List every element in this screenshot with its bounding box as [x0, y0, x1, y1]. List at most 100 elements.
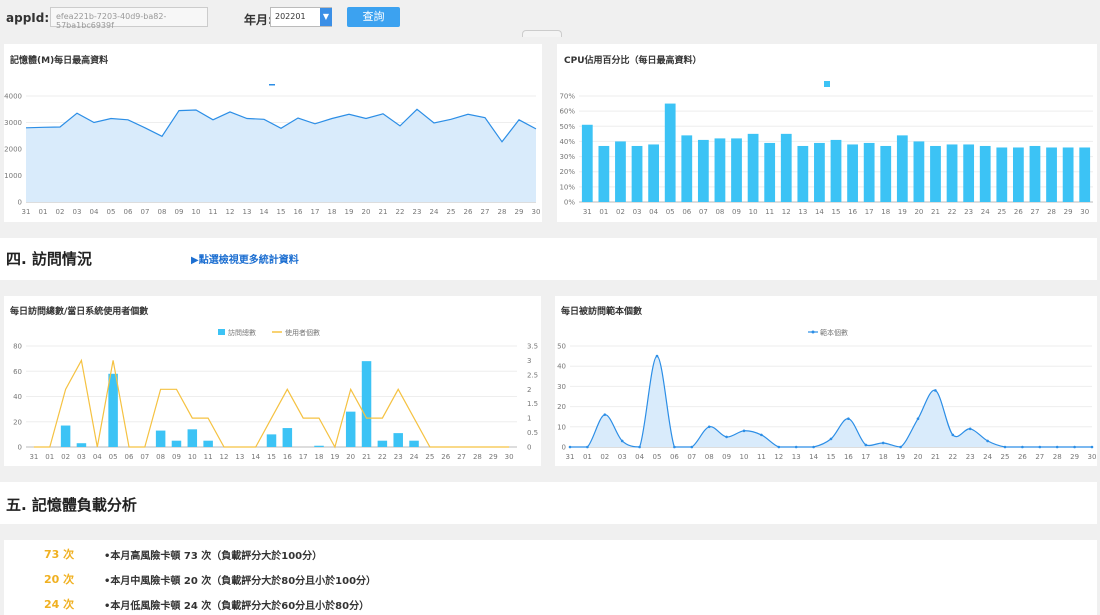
collapse-handle[interactable] [522, 30, 562, 37]
more-stats-link[interactable]: ▶點選檢視更多統計資料 [191, 251, 299, 266]
x-tick-label: 08 [715, 208, 724, 216]
chevron-down-icon[interactable]: ▼ [320, 8, 332, 26]
cpu-bar [913, 141, 925, 202]
x-tick-label: 06 [124, 208, 133, 216]
x-tick-label: 23 [964, 208, 973, 216]
templates-point [847, 417, 850, 421]
x-tick-label: 12 [782, 208, 791, 216]
visits-bar [377, 440, 388, 447]
y-tick-label: 4000 [4, 93, 22, 101]
cpu-bar [664, 103, 676, 202]
x-tick-label: 26 [1018, 453, 1027, 461]
cpu-bar [581, 124, 593, 202]
cpu-bar [896, 135, 908, 202]
x-tick-label: 23 [413, 208, 422, 216]
x-tick-label: 08 [156, 453, 165, 461]
templates-point [794, 445, 798, 449]
templates-point [568, 445, 572, 449]
x-tick-label: 05 [666, 208, 675, 216]
legend-marker-visits [218, 329, 225, 335]
y-tick-label: 0% [564, 199, 575, 207]
x-tick-label: 18 [881, 208, 890, 216]
y-right-tick-label: 0 [527, 444, 531, 452]
x-tick-label: 05 [653, 453, 662, 461]
x-tick-label: 19 [898, 208, 907, 216]
templates-point [864, 443, 868, 447]
templates-area [570, 356, 1092, 447]
x-tick-label: 21 [931, 453, 940, 461]
month-label: 年月: [244, 13, 273, 27]
x-tick-label: 17 [299, 453, 308, 461]
templates-point [899, 445, 902, 449]
templates-point [812, 445, 815, 449]
x-tick-label: 16 [294, 208, 303, 216]
x-tick-label: 07 [699, 208, 708, 216]
visits-chart: 0 20 40 60 80 0 0.5 1 1.5 2 2.5 3 3.5 31 01 02 03 04 05 06 0… [13, 328, 538, 461]
x-tick-label: 06 [124, 453, 133, 461]
cpu-bar [963, 144, 975, 202]
templates-point [1073, 445, 1076, 449]
legend-label-visits: 訪問總數 [228, 328, 256, 337]
x-tick-label: 11 [765, 208, 774, 216]
x-tick-label: 22 [396, 208, 405, 216]
x-tick-label: 22 [378, 453, 387, 461]
x-tick-label: 14 [815, 208, 824, 216]
x-tick-label: 13 [798, 208, 807, 216]
y-right-tick-label: 3.5 [527, 343, 538, 351]
x-tick-label: 10 [740, 453, 749, 461]
cpu-bar [863, 142, 875, 202]
cpu-bar [880, 145, 892, 202]
month-value: 202201 [275, 12, 306, 21]
templates-point [1003, 445, 1007, 449]
visits-bar [76, 443, 87, 447]
templates-point [638, 445, 641, 449]
x-tick-label: 03 [633, 208, 642, 216]
x-tick-label: 06 [682, 208, 691, 216]
x-tick-label: 19 [345, 208, 354, 216]
legend-marker [824, 81, 830, 87]
x-tick-label: 17 [311, 208, 320, 216]
y-tick-label: 40 [13, 393, 22, 401]
x-tick-label: 11 [209, 208, 218, 216]
x-tick-label: 30 [532, 208, 541, 216]
x-tick-label: 01 [45, 453, 54, 461]
cpu-bar [648, 144, 660, 202]
appid-input[interactable]: efea221b-7203-40d9-ba82-57ba1bc6939f [50, 7, 208, 30]
cpu-bar [731, 138, 742, 202]
templates-point [951, 433, 955, 437]
legend-label-users: 使用者個數 [285, 328, 320, 337]
x-tick-label: 17 [861, 453, 870, 461]
query-button[interactable]: 查詢 [347, 7, 400, 27]
templates-chart: 0 10 20 30 40 50 31 01 02 03 04 05 06 07 08 09 10 11 12 13 1… [557, 328, 1096, 461]
y-tick-label: 80 [13, 343, 22, 351]
x-tick-label: 30 [1080, 208, 1089, 216]
y-tick-label: 20% [559, 168, 575, 176]
visits-bar [171, 440, 182, 447]
cpu-bar [714, 138, 726, 202]
high-risk-text: •本月高風險卡頓 73 次（負載評分大於100分） [104, 551, 323, 562]
x-tick-label: 13 [243, 208, 252, 216]
memory-chart: 0 1000 2000 3000 4000 31 01 02 03 04 05 06 07 08 09 10 1… [4, 84, 541, 216]
x-tick-label: 02 [600, 453, 609, 461]
templates-point [725, 435, 728, 439]
x-tick-label: 18 [315, 453, 324, 461]
y-tick-label: 20 [13, 418, 22, 426]
x-tick-label: 29 [1070, 453, 1079, 461]
x-tick-label: 26 [1014, 208, 1023, 216]
x-tick-label: 25 [425, 453, 434, 461]
x-tick-label: 27 [481, 208, 490, 216]
templates-point [1021, 445, 1024, 449]
templates-point [986, 439, 989, 443]
cpu-bar [1079, 147, 1091, 202]
x-tick-label: 19 [330, 453, 339, 461]
cpu-bar [598, 145, 610, 202]
cpu-bar [1062, 147, 1074, 202]
x-tick-label: 14 [260, 208, 269, 216]
y-right-tick-label: 1 [527, 415, 531, 423]
appid-label: appId: [6, 11, 50, 25]
x-tick-label: 21 [379, 208, 388, 216]
visits-bar [60, 425, 71, 447]
cpu-bar [814, 142, 825, 202]
x-tick-label: 01 [39, 208, 48, 216]
low-risk-text: •本月低風險卡頓 24 次（負載評分大於60分且小於80分） [104, 601, 370, 612]
